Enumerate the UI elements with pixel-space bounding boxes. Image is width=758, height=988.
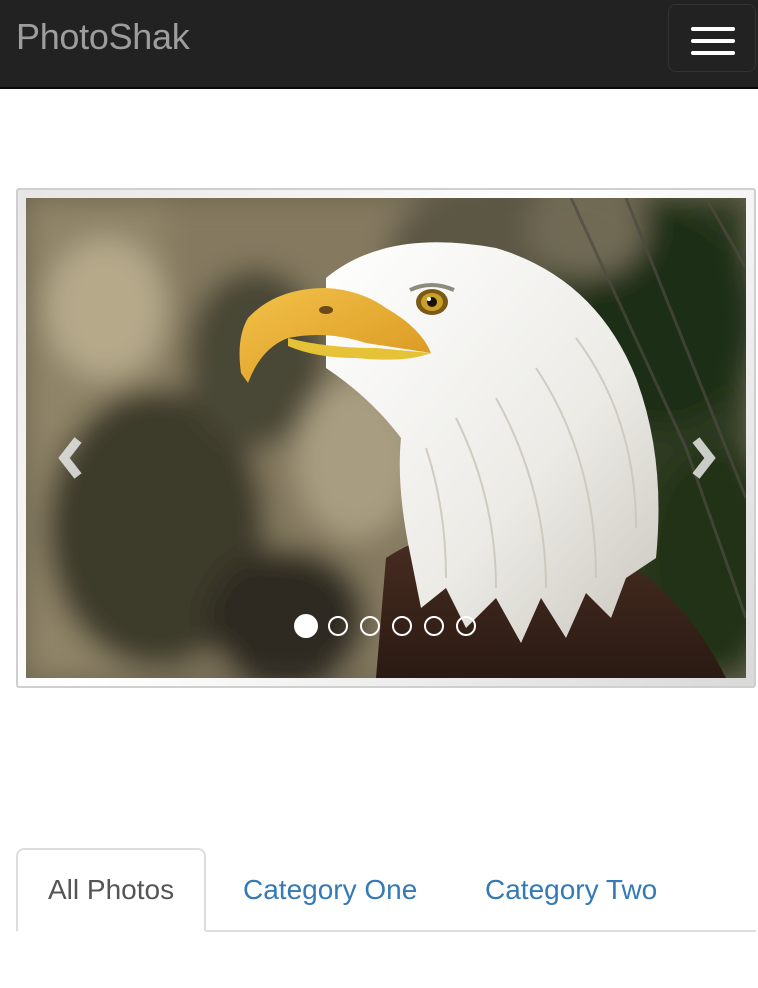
tab-all-photos[interactable]: All Photos	[16, 848, 207, 932]
tab-category-one[interactable]: Category One	[243, 848, 417, 932]
carousel-prev-button[interactable]	[52, 430, 92, 486]
carousel-indicator-6[interactable]	[456, 616, 476, 636]
carousel-indicator-1[interactable]	[294, 614, 318, 638]
hamburger-icon-bar	[691, 51, 735, 55]
menu-toggle-button[interactable]	[668, 4, 756, 72]
brand-logo[interactable]: PhotoShak	[16, 16, 190, 58]
chevron-right-icon	[692, 437, 716, 479]
carousel-indicator-2[interactable]	[328, 616, 348, 636]
carousel-indicator-5[interactable]	[424, 616, 444, 636]
carousel-slide	[26, 198, 746, 678]
carousel-indicator-3[interactable]	[360, 616, 380, 636]
hamburger-icon	[691, 27, 735, 31]
category-tabs: All Photos Category One Category Two	[16, 848, 756, 932]
carousel-next-button[interactable]	[682, 430, 722, 486]
eagle-photo	[26, 198, 746, 678]
navbar: PhotoShak	[0, 0, 758, 89]
carousel-indicators	[294, 614, 488, 638]
carousel-indicator-4[interactable]	[392, 616, 412, 636]
chevron-left-icon	[58, 437, 82, 479]
hamburger-icon-bar	[691, 39, 735, 43]
tab-category-two[interactable]: Category Two	[485, 848, 657, 932]
carousel	[16, 188, 756, 688]
